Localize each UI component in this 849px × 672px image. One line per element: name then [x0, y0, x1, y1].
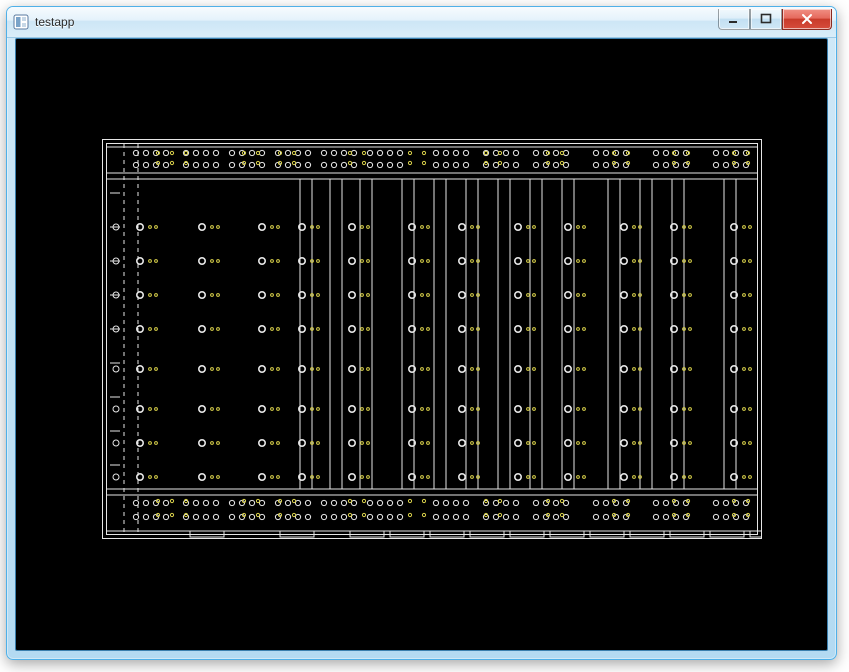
pcb-drawing [102, 139, 762, 539]
app-window: testapp [6, 6, 837, 660]
viewport[interactable] [15, 38, 828, 651]
close-button[interactable] [782, 9, 832, 30]
window-title: testapp [35, 15, 74, 29]
titlebar[interactable]: testapp [7, 7, 836, 38]
app-icon [13, 14, 29, 30]
minimize-button[interactable] [718, 9, 750, 30]
maximize-button[interactable] [750, 9, 782, 30]
window-controls [718, 9, 832, 30]
